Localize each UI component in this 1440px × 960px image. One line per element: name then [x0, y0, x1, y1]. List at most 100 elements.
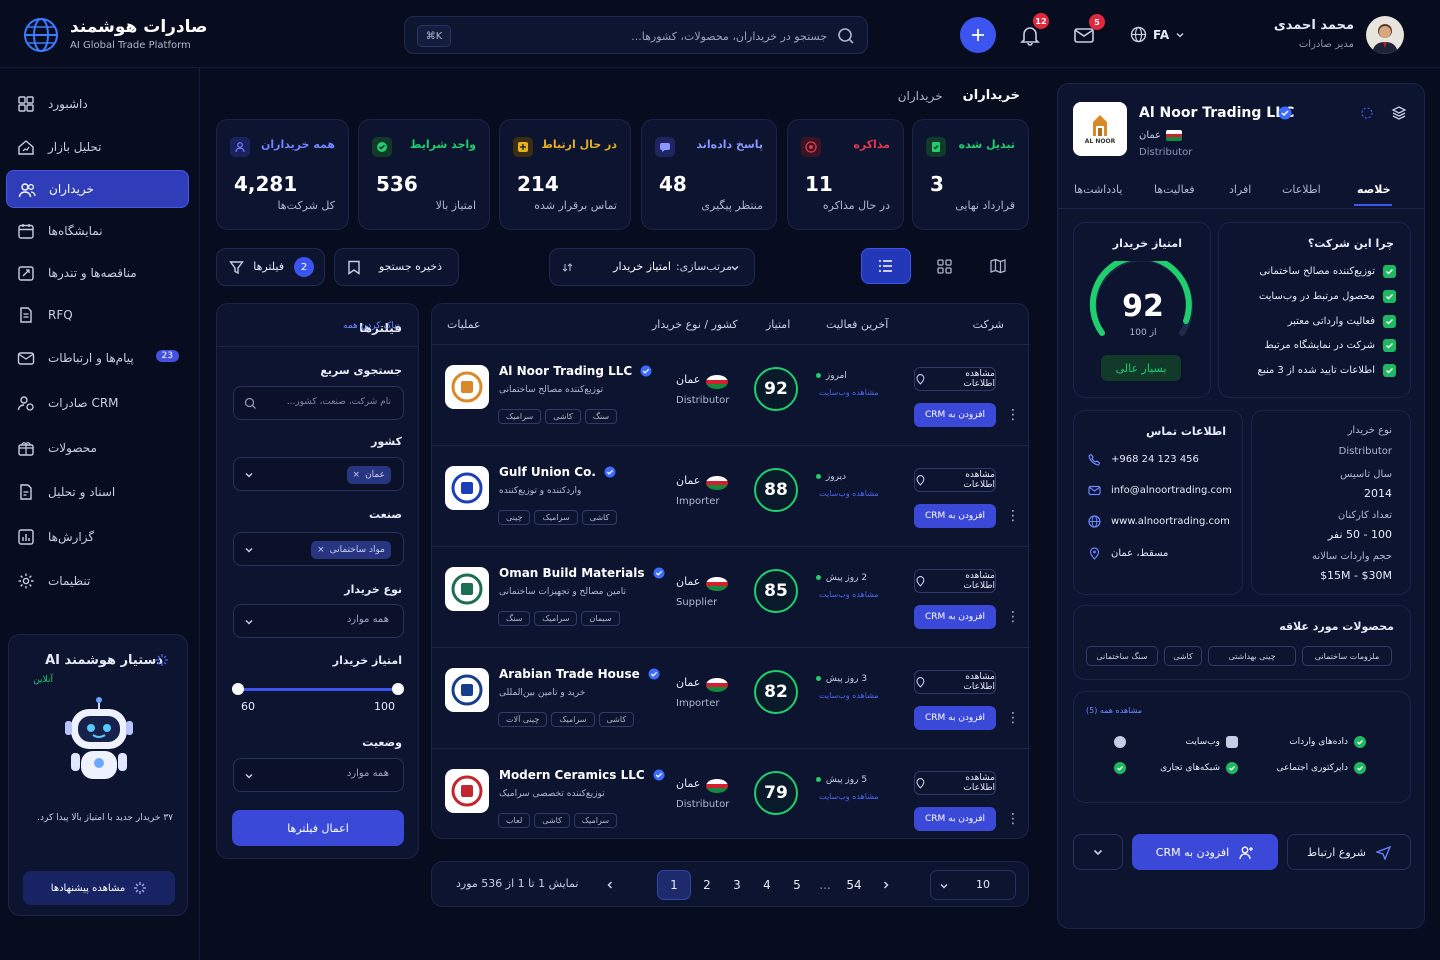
sidebar-item-reports[interactable]: گزارش‌ها [6, 518, 189, 556]
company-name[interactable]: Arabian Trade House [499, 667, 660, 681]
email-row[interactable]: info@alnoortrading.com [1088, 484, 1232, 497]
tab-summary[interactable]: خلاصه [1357, 183, 1391, 196]
add-to-crm-button[interactable]: افزودن به CRM [914, 807, 996, 831]
remove-chip-icon[interactable]: × [353, 470, 361, 480]
sidebar-item-buyers[interactable]: خریداران [6, 170, 189, 208]
stat-card-qualified[interactable]: واجد شرایط 536 امتیاز بالا [358, 119, 490, 230]
sidebar-item-market-analysis[interactable]: تحلیل بازار [6, 128, 189, 166]
map-view-button[interactable] [973, 248, 1023, 284]
list-view-button[interactable] [861, 248, 911, 284]
product-tag[interactable]: چینی بهداشتی [1208, 646, 1296, 666]
table-row[interactable]: Al Noor Trading LLC توزیع‌کننده مصالح سا… [432, 344, 1030, 444]
company-name[interactable]: Modern Ceramics LLC [499, 768, 665, 782]
stat-card-all-buyers[interactable]: همه خریداران 4,281 کل شرکت‌ها [216, 119, 349, 230]
product-tag[interactable]: سنگ ساختمانی [1086, 646, 1158, 666]
search-input[interactable] [475, 26, 827, 46]
remove-chip-icon[interactable]: × [317, 545, 325, 555]
tab-notes[interactable]: یادداشت‌ها [1074, 183, 1122, 196]
apply-filters-button[interactable]: اعمال فیلترها [232, 810, 404, 846]
page-5[interactable]: 5 [782, 870, 812, 900]
view-info-button[interactable]: مشاهده اطلاعات [914, 670, 996, 694]
kebab-menu-icon[interactable]: ⋮ [1006, 407, 1020, 423]
grid-view-button[interactable] [919, 248, 969, 284]
per-page-select[interactable]: 10 [930, 870, 1016, 900]
language-selector[interactable]: FA [1130, 26, 1185, 43]
view-website-link[interactable]: مشاهده وب‌سایت [819, 388, 879, 397]
global-search[interactable]: ⌘K [404, 16, 868, 54]
next-page-button[interactable] [871, 870, 901, 900]
stat-card-negotiation[interactable]: مذاکره 11 در حال مذاکره [787, 119, 904, 230]
breadcrumb-parent[interactable]: خریداران [898, 89, 943, 103]
messages-button[interactable]: 5 [1066, 14, 1105, 53]
page-3[interactable]: 3 [722, 870, 752, 900]
view-website-link[interactable]: مشاهده وب‌سایت [819, 489, 879, 498]
prev-page-button[interactable] [595, 870, 625, 900]
view-website-link[interactable]: مشاهده وب‌سایت [819, 590, 879, 599]
stat-card-in-contact[interactable]: در حال ارتباط 214 تماس برقرار شده [499, 119, 631, 230]
product-tag[interactable]: ملزومات ساختمانی [1302, 646, 1392, 666]
kebab-menu-icon[interactable]: ⋮ [1006, 508, 1020, 524]
kebab-menu-icon[interactable]: ⋮ [1006, 811, 1020, 827]
stat-card-responded[interactable]: پاسخ داده‌اند 48 منتظر پیگیری [641, 119, 777, 230]
kebab-menu-icon[interactable]: ⋮ [1006, 609, 1020, 625]
buyer-type-select[interactable]: همه موارد [233, 604, 404, 638]
score-min-handle[interactable] [232, 683, 244, 695]
avatar[interactable] [1366, 16, 1404, 54]
country-select[interactable]: عمان × [233, 457, 404, 491]
view-website-link[interactable]: مشاهده وب‌سایت [819, 691, 879, 700]
add-to-crm-button[interactable]: افزودن به CRM [914, 605, 996, 629]
notifications-button[interactable]: 12 [1012, 13, 1049, 53]
sidebar-item-products[interactable]: محصولات [6, 429, 189, 467]
tab-info[interactable]: اطلاعات [1282, 183, 1321, 196]
add-to-crm-button[interactable]: افزودن به CRM [914, 504, 996, 528]
table-row[interactable]: Modern Ceramics LLC توزیع‌کننده تخصصی سر… [432, 748, 1030, 848]
add-to-crm-button[interactable]: افزودن به CRM [914, 706, 996, 730]
page-2[interactable]: 2 [692, 870, 722, 900]
sidebar-item-tenders[interactable]: مناقصه‌ها و تندرها [6, 254, 189, 292]
industry-chip[interactable]: مواد ساختمانی × [311, 541, 391, 559]
add-to-crm-button[interactable]: افزودن به CRM [1132, 834, 1278, 870]
sidebar-item-crm[interactable]: CRM صادرات [6, 384, 189, 422]
status-select[interactable]: همه موارد [233, 758, 404, 792]
sidebar-item-documents[interactable]: اسناد و تحلیل [6, 473, 189, 511]
view-info-button[interactable]: مشاهده اطلاعات [914, 569, 996, 593]
industry-select[interactable]: مواد ساختمانی × [233, 532, 404, 566]
add-button[interactable] [960, 17, 996, 53]
sort-dropdown[interactable]: مرتب‌سازی: امتیاز خریدار [549, 248, 755, 286]
tab-people[interactable]: افراد [1229, 183, 1251, 196]
company-name[interactable]: Gulf Union Co. [499, 465, 616, 479]
table-row[interactable]: Gulf Union Co. واردکننده و توزیع‌کننده ک… [432, 445, 1030, 545]
view-suggestions-button[interactable]: مشاهده پیشنهادها [23, 871, 175, 905]
score-max-handle[interactable] [392, 683, 404, 695]
more-actions-button[interactable] [1073, 834, 1123, 870]
view-website-link[interactable]: مشاهده وب‌سایت [819, 792, 879, 801]
sidebar-item-settings[interactable]: تنظیمات [6, 562, 189, 600]
website-row[interactable]: www.alnoortrading.com [1088, 515, 1230, 528]
view-info-button[interactable]: مشاهده اطلاعات [914, 367, 996, 391]
table-row[interactable]: Oman Build Materials تامین مصالح و تجهیز… [432, 546, 1030, 646]
phone-row[interactable]: +968 24 123 456 [1088, 453, 1199, 466]
stat-card-converted[interactable]: تبدیل شده 3 قرارداد نهایی [912, 119, 1029, 230]
quick-search-field[interactable]: نام شرکت، صنعت، کشور... [233, 386, 404, 420]
kebab-menu-icon[interactable]: ⋮ [1006, 710, 1020, 726]
view-all-sources-link[interactable]: مشاهده همه (5) [1086, 706, 1142, 715]
clear-all-link[interactable]: پاک کردن همه [343, 321, 397, 331]
company-name[interactable]: Oman Build Materials [499, 566, 665, 580]
view-info-button[interactable]: مشاهده اطلاعات [914, 468, 996, 492]
view-info-button[interactable]: مشاهده اطلاعات [914, 771, 996, 795]
filters-button[interactable]: فیلترها 2 [216, 248, 325, 286]
sidebar-item-rfq[interactable]: RFQ [6, 296, 189, 334]
product-tag[interactable]: کاشی [1164, 646, 1202, 666]
page-4[interactable]: 4 [752, 870, 782, 900]
page-1[interactable]: 1 [657, 870, 691, 900]
add-to-crm-button[interactable]: افزودن به CRM [914, 403, 996, 427]
tab-activities[interactable]: فعالیت‌ها [1154, 183, 1195, 196]
page-54[interactable]: 54 [839, 870, 869, 900]
sidebar-item-messages[interactable]: پیام‌ها و ارتباطات 23 [6, 339, 189, 377]
sidebar-item-exhibitions[interactable]: نمایشگاه‌ها [6, 212, 189, 250]
table-row[interactable]: Arabian Trade House خرید و تامین بین‌الم… [432, 647, 1030, 747]
layers-icon[interactable] [1391, 105, 1407, 121]
sidebar-item-dashboard[interactable]: داشبورد [6, 85, 189, 123]
country-chip[interactable]: عمان × [346, 466, 391, 484]
company-name[interactable]: Al Noor Trading LLC [499, 364, 652, 378]
